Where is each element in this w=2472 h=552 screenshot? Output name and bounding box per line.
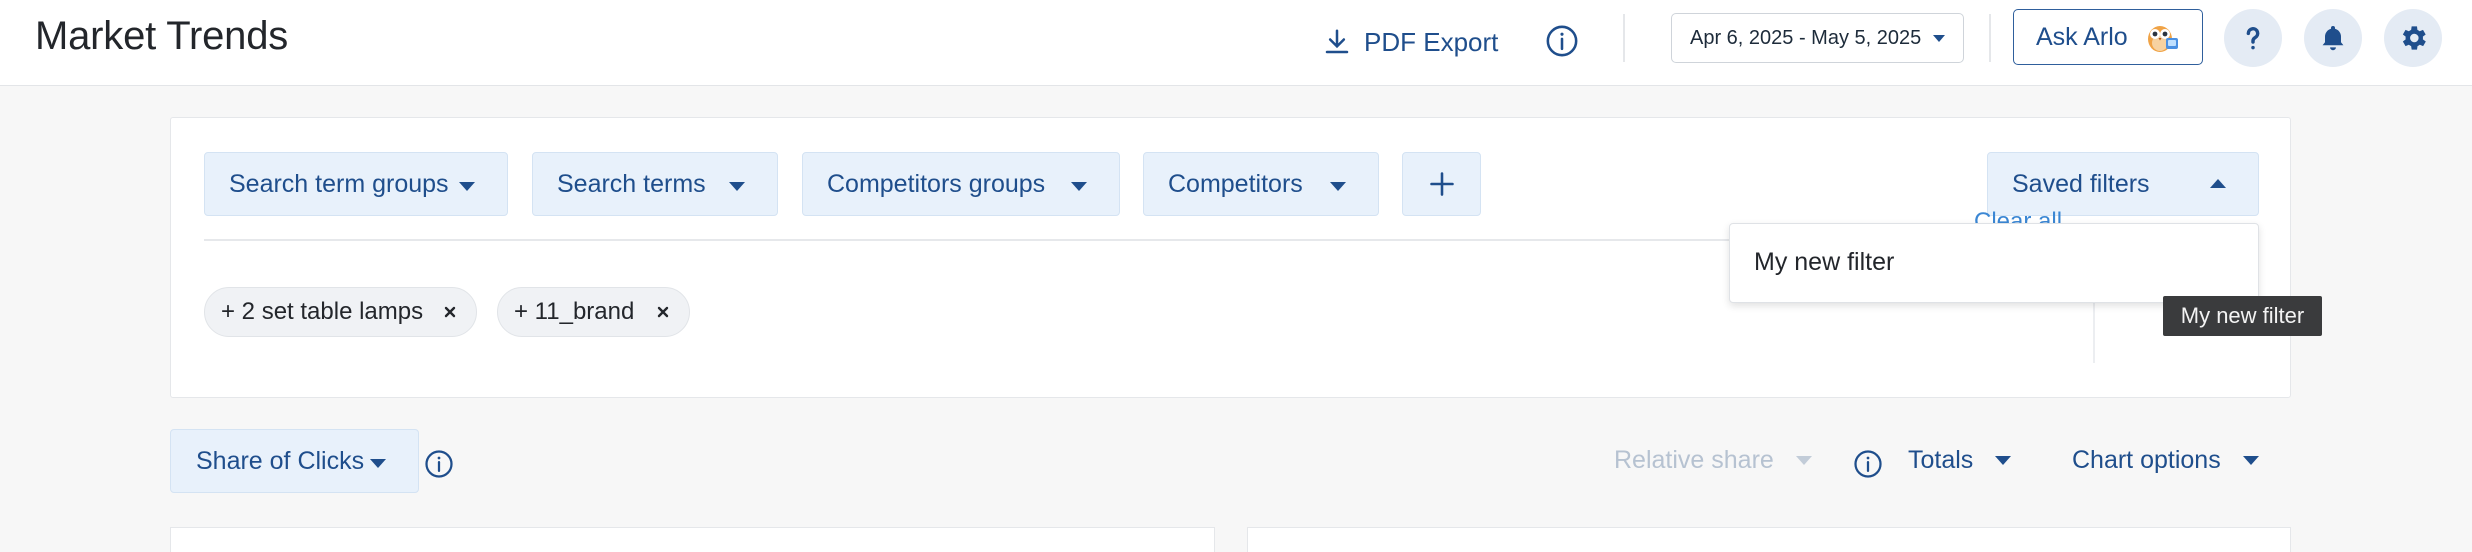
- competitors-button[interactable]: Competitors: [1143, 152, 1379, 216]
- filter-chip: + 11_brand: [497, 287, 690, 337]
- totals-label: Totals: [1908, 446, 1974, 474]
- gear-icon: [2402, 26, 2426, 50]
- relative-share-label: Relative share: [1614, 446, 1774, 474]
- relative-share-select[interactable]: Relative share: [1614, 446, 1812, 475]
- header-divider: [1989, 14, 1991, 62]
- filter-chip: + 2 set table lamps: [204, 287, 477, 337]
- date-range-select[interactable]: Apr 6, 2025 - May 5, 2025: [1671, 13, 1964, 63]
- date-range-value: Apr 6, 2025 - May 5, 2025: [1690, 26, 1922, 49]
- search-terms-label: Search terms: [557, 169, 706, 198]
- caret-up-icon: [2210, 179, 2226, 188]
- chart-card-left: [170, 527, 1215, 552]
- saved-filters-dropdown: My new filter: [1729, 223, 2259, 303]
- search-term-groups-label: Search term groups: [229, 169, 449, 198]
- filter-chip-label: + 11_brand: [514, 298, 635, 325]
- info-icon[interactable]: [424, 449, 454, 479]
- competitors-label: Competitors: [1168, 169, 1303, 198]
- chart-card-right: [1247, 527, 2291, 552]
- ask-arlo-label: Ask Arlo: [2036, 22, 2128, 51]
- top-header: Market Trends PDF Export Apr 6, 2025 - M…: [0, 0, 2472, 86]
- share-of-clicks-label: Share of Clicks: [196, 446, 365, 475]
- share-of-clicks-select[interactable]: Share of Clicks: [170, 429, 419, 493]
- saved-filters-button[interactable]: Saved filters: [1987, 152, 2259, 216]
- info-icon[interactable]: [1545, 24, 1579, 58]
- tooltip: My new filter: [2163, 296, 2322, 336]
- totals-select[interactable]: Totals: [1908, 446, 2012, 475]
- download-icon: [1325, 29, 1349, 54]
- search-term-groups-button[interactable]: Search term groups: [204, 152, 508, 216]
- question-mark-icon: [2246, 27, 2260, 50]
- saved-filter-option[interactable]: My new filter: [1754, 248, 1894, 277]
- search-terms-button[interactable]: Search terms: [532, 152, 778, 216]
- caret-down-icon: [1071, 182, 1087, 191]
- info-icon[interactable]: [1853, 449, 1883, 479]
- help-button[interactable]: [2224, 9, 2282, 67]
- pdf-export-button[interactable]: PDF Export: [1322, 20, 1498, 64]
- owl-mascot-icon: [2147, 26, 2178, 52]
- chevron-down-icon: [1933, 35, 1945, 42]
- close-icon[interactable]: [438, 300, 462, 324]
- settings-button[interactable]: [2384, 9, 2442, 67]
- caret-down-icon: [1795, 456, 1812, 465]
- competitors-groups-button[interactable]: Competitors groups: [802, 152, 1120, 216]
- chart-options-select[interactable]: Chart options: [2072, 446, 2259, 475]
- bell-icon: [2322, 26, 2344, 51]
- saved-filters-label: Saved filters: [2012, 169, 2150, 198]
- filter-chip-label: + 2 set table lamps: [221, 298, 424, 325]
- close-icon[interactable]: [651, 300, 675, 324]
- competitors-groups-label: Competitors groups: [827, 169, 1046, 198]
- clear-all-divider: [2093, 293, 2095, 363]
- caret-down-icon: [729, 182, 745, 191]
- caret-down-icon: [370, 459, 386, 468]
- caret-down-icon: [459, 182, 475, 191]
- add-filter-button[interactable]: [1402, 152, 1481, 216]
- chart-options-label: Chart options: [2072, 446, 2221, 474]
- header-divider: [1623, 14, 1625, 62]
- page-title: Market Trends: [35, 14, 289, 58]
- caret-down-icon: [1330, 182, 1346, 191]
- caret-down-icon: [1995, 456, 2012, 465]
- caret-down-icon: [2242, 456, 2259, 465]
- pdf-export-label: PDF Export: [1364, 26, 1499, 57]
- ask-arlo-button[interactable]: Ask Arlo: [2013, 9, 2203, 65]
- plus-icon: [1429, 172, 1454, 196]
- notifications-button[interactable]: [2304, 9, 2362, 67]
